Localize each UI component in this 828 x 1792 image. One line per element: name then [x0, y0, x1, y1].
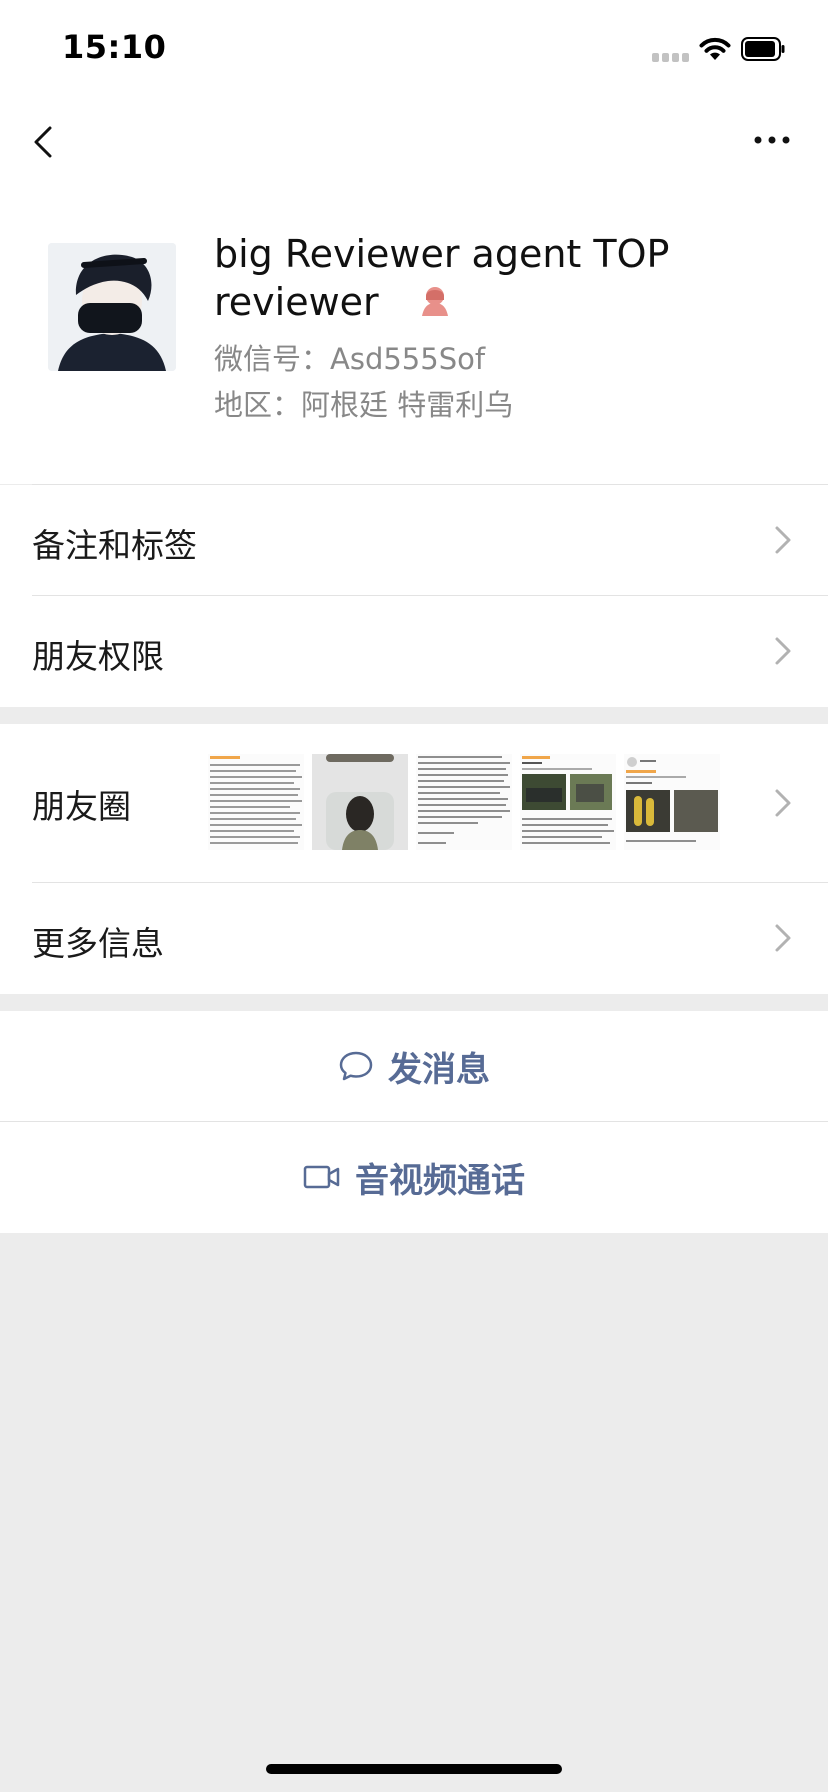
chevron-right-icon [775, 637, 791, 665]
row-more-info[interactable]: 更多信息 [0, 883, 828, 994]
moments-thumbnail [520, 754, 616, 850]
wechat-id: 微信号：Asd555Sof [214, 342, 486, 376]
profile-section: 15:10 big Reviewer agent TOP reviewer 微信… [0, 0, 828, 484]
status-time: 15:10 [62, 28, 167, 66]
wifi-icon [699, 37, 731, 60]
row-remark-tags[interactable]: 备注和标签 [0, 485, 828, 595]
back-chevron-icon[interactable] [30, 120, 60, 164]
home-indicator[interactable] [266, 1764, 562, 1774]
chat-bubble-icon [339, 1051, 373, 1081]
row-remark-tags-label: 备注和标签 [32, 526, 197, 565]
send-message-label: 发消息 [388, 1049, 490, 1090]
avatar-image [48, 243, 176, 371]
more-dots-icon[interactable] [752, 130, 792, 150]
video-camera-icon [303, 1165, 340, 1189]
profile-name: big Reviewer agent TOP reviewer [214, 230, 794, 326]
moments-thumbnail [416, 754, 512, 850]
actions-section: 发消息 音视频通话 [0, 1011, 828, 1233]
moments-thumbnail [312, 754, 408, 850]
battery-icon [741, 37, 785, 61]
row-more-info-label: 更多信息 [32, 924, 164, 963]
chevron-right-icon [775, 924, 791, 952]
avatar[interactable] [48, 243, 176, 371]
row-moments-label: 朋友圈 [32, 787, 131, 826]
row-friend-permissions[interactable]: 朋友权限 [0, 596, 828, 707]
row-friend-permissions-label: 朋友权限 [32, 637, 164, 676]
moments-thumbnail [624, 754, 720, 850]
signal-icon [652, 53, 690, 62]
chevron-right-icon [775, 789, 791, 817]
moments-thumbnail [208, 754, 304, 850]
settings-section: 备注和标签 朋友权限 [0, 485, 828, 707]
chevron-right-icon [775, 526, 791, 554]
video-call-label: 音视频通话 [355, 1160, 525, 1201]
send-message-button[interactable]: 发消息 [0, 1011, 828, 1121]
region: 地区：阿根廷 特雷利乌 [214, 388, 514, 422]
gender-badge-icon [421, 286, 448, 316]
video-call-button[interactable]: 音视频通话 [0, 1122, 828, 1232]
